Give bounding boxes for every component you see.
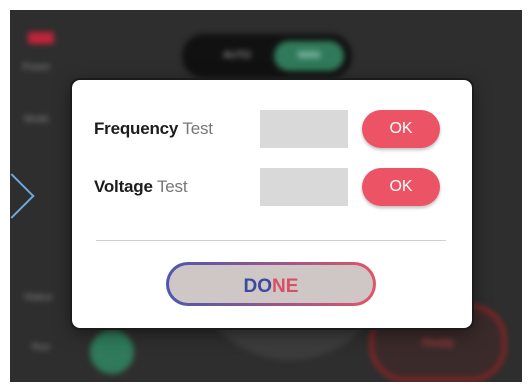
frequency-result-box: [260, 110, 348, 148]
frequency-test-row: Frequency Test OK: [94, 110, 454, 150]
side-label: Mode: [24, 114, 50, 125]
done-label-part1: DO: [243, 276, 273, 297]
mode-toggle[interactable]: AUTO MAN: [182, 34, 352, 78]
toggle-option-man[interactable]: MAN: [274, 41, 344, 71]
divider: [96, 240, 446, 241]
voltage-test-row: Voltage Test OK: [94, 168, 454, 208]
toggle-option-auto[interactable]: AUTO: [202, 41, 272, 71]
voltage-result-box: [260, 168, 348, 206]
status-indicator: [28, 32, 54, 44]
label-light: Test: [182, 119, 213, 138]
label-strong: Voltage: [94, 177, 153, 196]
side-label: Run: [32, 342, 51, 353]
app-screen: AUTO MAN Power Mode Status Run Ready Fre…: [10, 10, 522, 382]
done-button[interactable]: DONE: [166, 262, 376, 306]
voltage-test-label: Voltage Test: [94, 177, 188, 197]
test-dialog: Frequency Test OK Voltage Test OK DONE: [72, 80, 472, 328]
done-label-part2: NE: [272, 276, 299, 297]
label-light: Test: [156, 177, 188, 196]
side-label: Power: [22, 62, 51, 73]
start-button[interactable]: [90, 330, 134, 374]
voltage-ok-button[interactable]: OK: [362, 168, 440, 206]
frequency-test-label: Frequency Test: [94, 119, 213, 139]
side-label: Status: [24, 292, 53, 303]
label-strong: Frequency: [94, 119, 179, 138]
frequency-ok-button[interactable]: OK: [362, 110, 440, 148]
